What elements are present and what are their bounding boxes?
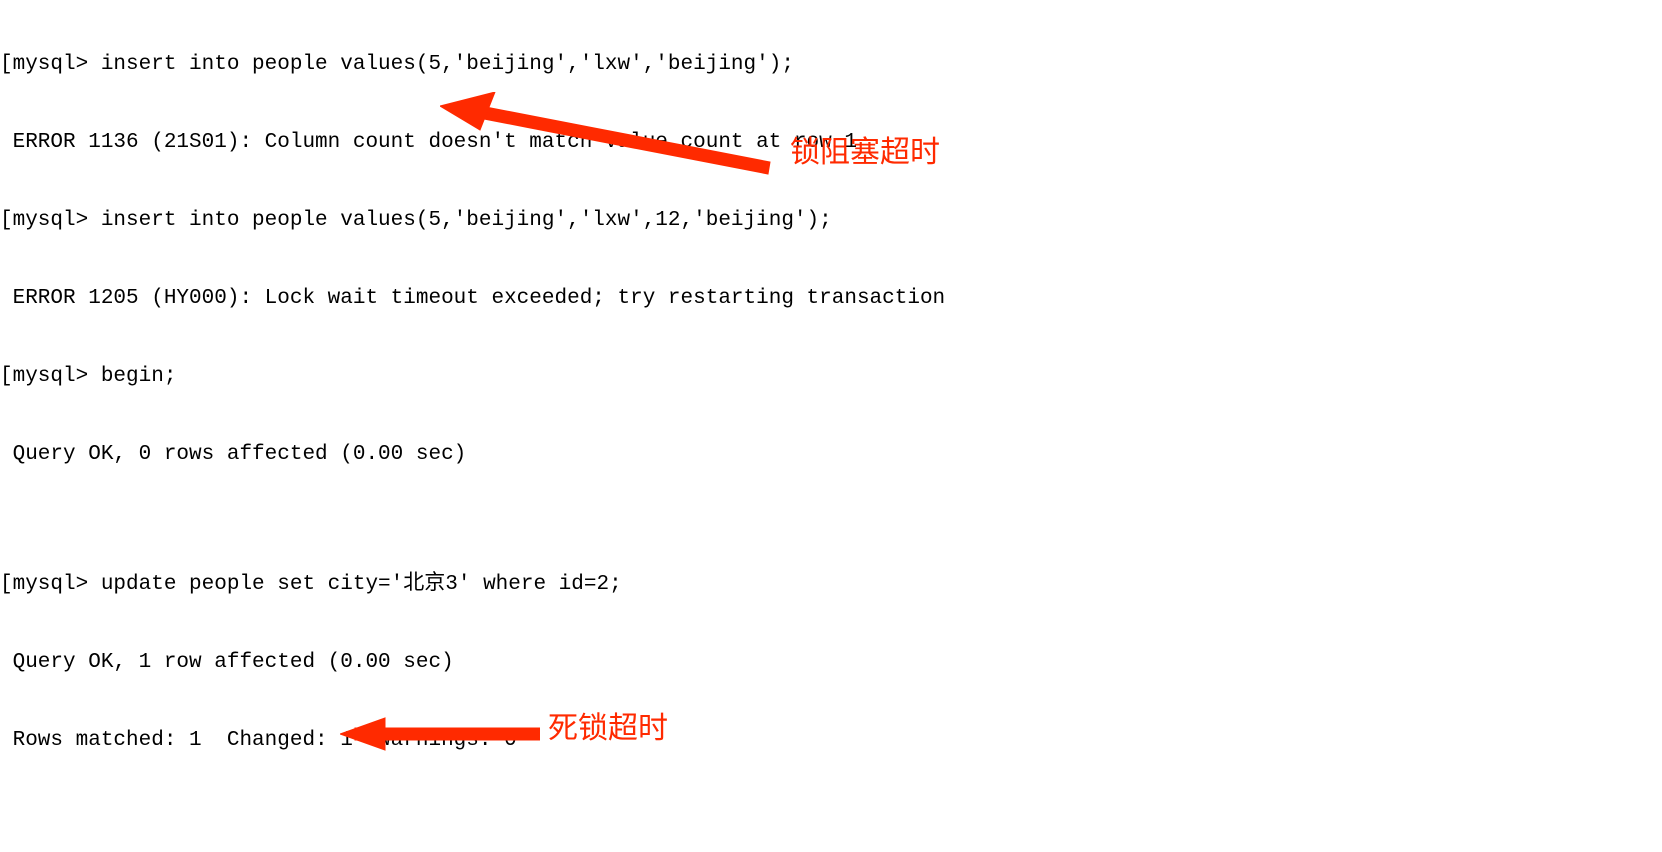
terminal-line: [mysql> begin; <box>0 364 1662 390</box>
annotation-deadlock-timeout: 死锁超时 <box>548 716 668 742</box>
annotation-lock-timeout: 锁阻塞超时 <box>790 140 940 166</box>
terminal-line: Query OK, 0 rows affected (0.00 sec) <box>0 442 1662 468</box>
terminal-output: [mysql> insert into people values(5,'bei… <box>0 0 1662 852</box>
terminal-line: Query OK, 1 row affected (0.00 sec) <box>0 650 1662 676</box>
terminal-line: Rows matched: 1 Changed: 1 Warnings: 0 <box>0 728 1662 754</box>
arrow-icon <box>340 716 540 756</box>
arrow-icon <box>440 92 780 182</box>
terminal-line: ERROR 1205 (HY000): Lock wait timeout ex… <box>0 286 1662 312</box>
terminal-line: [mysql> update people set city='北京3' whe… <box>0 572 1662 598</box>
terminal-line: [mysql> insert into people values(5,'bei… <box>0 208 1662 234</box>
terminal-line: [mysql> insert into people values(5,'bei… <box>0 52 1662 78</box>
